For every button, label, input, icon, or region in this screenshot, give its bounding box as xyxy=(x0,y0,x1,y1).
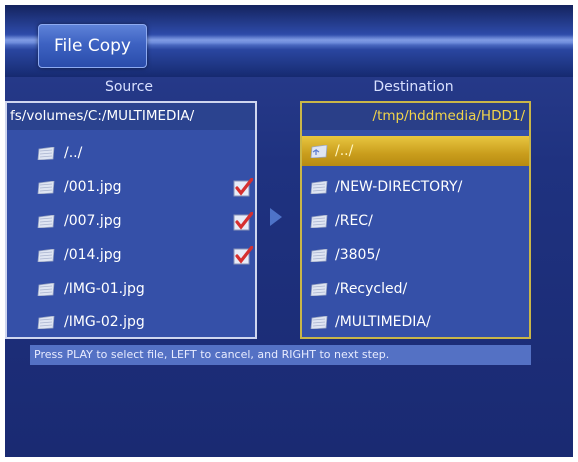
destination-item[interactable]: /Recycled/ xyxy=(302,274,529,304)
file-icon xyxy=(310,181,328,194)
destination-item[interactable]: /3805/ xyxy=(302,240,529,270)
destination-item-label: /Recycled/ xyxy=(335,281,408,297)
source-path: fs/volumes/C:/MULTIMEDIA/ xyxy=(7,103,255,130)
destination-item[interactable]: /REC/ xyxy=(302,206,529,236)
source-item[interactable]: /014.jpg xyxy=(7,240,255,270)
destination-item-label: /NEW-DIRECTORY/ xyxy=(335,179,463,195)
source-item[interactable]: /IMG-01.jpg xyxy=(7,274,255,304)
destination-item-label: /REC/ xyxy=(335,213,373,229)
source-item-label: /IMG-01.jpg xyxy=(64,281,145,297)
destination-label: Destination xyxy=(373,79,454,95)
folder-up-icon xyxy=(310,145,328,158)
source-item-label: /IMG-02.jpg xyxy=(64,314,145,330)
file-icon xyxy=(37,147,55,160)
status-bar: Press PLAY to select file, LEFT to cance… xyxy=(30,345,531,365)
source-item[interactable]: /007.jpg xyxy=(7,206,255,236)
destination-item-label: /MULTIMEDIA/ xyxy=(335,314,431,330)
file-icon xyxy=(37,181,55,194)
destination-item[interactable]: /NEW-DIRECTORY/ xyxy=(302,172,529,202)
source-label: Source xyxy=(104,79,154,95)
file-icon xyxy=(37,249,55,262)
file-icon xyxy=(310,283,328,296)
file-icon xyxy=(37,283,55,296)
page-title: File Copy xyxy=(38,24,147,68)
file-icon xyxy=(37,316,55,329)
source-item[interactable]: /../ xyxy=(7,138,255,168)
checkmark-icon[interactable] xyxy=(233,178,253,197)
destination-item-selected[interactable]: /../ xyxy=(302,136,529,166)
tv-screen: File Copy Source Destination fs/volumes/… xyxy=(5,5,573,457)
source-panel: fs/volumes/C:/MULTIMEDIA/ /../ /001.jpg … xyxy=(5,101,257,339)
source-item-label: /001.jpg xyxy=(64,179,122,195)
destination-path: /tmp/hddmedia/HDD1/ xyxy=(302,103,529,130)
checkmark-icon[interactable] xyxy=(233,212,253,231)
checkmark-icon[interactable] xyxy=(233,246,253,265)
source-item-label: /007.jpg xyxy=(64,213,122,229)
file-icon xyxy=(310,316,328,329)
source-item[interactable]: /001.jpg xyxy=(7,172,255,202)
file-icon xyxy=(37,215,55,228)
source-item-label: /014.jpg xyxy=(64,247,122,263)
file-icon xyxy=(310,249,328,262)
source-item-label: /../ xyxy=(64,145,83,161)
destination-item[interactable]: /MULTIMEDIA/ xyxy=(302,307,529,337)
file-icon xyxy=(310,215,328,228)
right-arrow-icon xyxy=(270,208,282,226)
destination-item-label: /3805/ xyxy=(335,247,381,263)
destination-panel: /tmp/hddmedia/HDD1/ /../ /NEW-DIRECTORY/… xyxy=(300,101,531,339)
destination-item-label: /../ xyxy=(335,143,354,159)
source-item[interactable]: /IMG-02.jpg xyxy=(7,307,255,337)
